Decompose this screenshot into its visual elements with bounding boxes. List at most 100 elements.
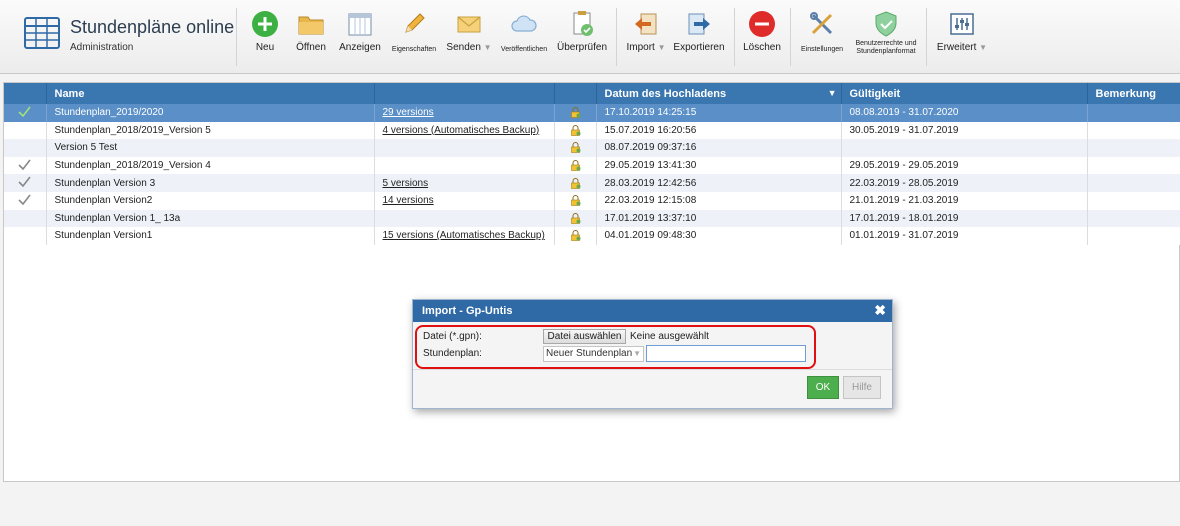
- versions-link[interactable]: 5 versions: [383, 178, 429, 189]
- col-versions[interactable]: [374, 83, 555, 104]
- calendar-grid-icon: [348, 13, 372, 36]
- settings-button[interactable]: Einstellungen: [798, 8, 846, 66]
- advanced-label: Erweitert ▼: [934, 42, 990, 53]
- export-button[interactable]: Exportieren: [672, 8, 726, 66]
- col-note[interactable]: Bemerkung: [1087, 83, 1180, 104]
- sliders-icon: [950, 13, 974, 35]
- dialog-titlebar[interactable]: Import - Gp-Untis ✖: [413, 300, 892, 322]
- toolbar-divider: [236, 8, 237, 66]
- row-validity: 22.03.2019 - 28.05.2019: [841, 174, 1088, 192]
- row-lock-cell[interactable]: [554, 209, 597, 228]
- import-button[interactable]: Import ▼: [624, 8, 668, 66]
- versions-link[interactable]: 14 versions: [383, 195, 434, 206]
- versions-link[interactable]: 15 versions (Automatisches Backup): [383, 230, 545, 241]
- row-validity: 30.05.2019 - 31.07.2019: [841, 121, 1088, 140]
- toolbar-divider: [734, 8, 735, 66]
- row-lock-cell[interactable]: [554, 156, 597, 175]
- row-check-cell[interactable]: [4, 209, 47, 228]
- row-note: [1087, 174, 1180, 192]
- row-lock-cell[interactable]: [554, 139, 597, 157]
- new-button[interactable]: Neu: [246, 8, 284, 66]
- table-row[interactable]: Version 5 Test 08.07.2019 09:37:16: [4, 139, 1180, 157]
- row-note: [1087, 139, 1180, 157]
- row-versions: 5 versions: [374, 174, 555, 192]
- row-check-cell[interactable]: [4, 139, 47, 157]
- delete-button[interactable]: Löschen: [740, 8, 784, 66]
- timetable-grid: Name Datum des Hochladens ▼ Gültigkeit Be…: [3, 82, 1180, 482]
- row-name: Stundenplan_2018/2019_Version 4: [46, 156, 375, 175]
- col-validity[interactable]: Gültigkeit: [841, 83, 1088, 104]
- row-name: Stundenplan Version1: [46, 227, 375, 245]
- lock-user-icon: [570, 195, 580, 206]
- checkmark-icon: [18, 176, 31, 188]
- row-check-cell[interactable]: [4, 104, 47, 122]
- col-name[interactable]: Name: [46, 83, 375, 104]
- envelope-icon: [457, 16, 481, 33]
- col-uploaded[interactable]: Datum des Hochladens ▼: [596, 83, 842, 104]
- row-versions: [374, 156, 555, 175]
- dropdown-arrow-icon: ▼: [979, 43, 988, 52]
- publish-button[interactable]: Veröffentlichen: [498, 8, 550, 66]
- row-check-cell[interactable]: [4, 121, 47, 140]
- folder-icon: [298, 16, 324, 35]
- chevron-down-icon: ▼: [633, 349, 641, 358]
- table-row[interactable]: Stundenplan Version 1_ 13a 17.01.2019 13:…: [4, 209, 1180, 228]
- timetable-select[interactable]: Neuer Stundenplan ▼: [543, 346, 644, 362]
- row-lock-cell[interactable]: [554, 191, 597, 210]
- dropdown-arrow-icon: ▼: [483, 43, 492, 52]
- row-lock-cell[interactable]: [554, 227, 597, 245]
- row-lock-cell[interactable]: [554, 104, 597, 122]
- row-validity: 21.01.2019 - 21.03.2019: [841, 191, 1088, 210]
- timetable-name-input[interactable]: [646, 345, 806, 362]
- col-check[interactable]: [4, 83, 47, 104]
- versions-link[interactable]: 4 versions (Automatisches Backup): [383, 125, 540, 136]
- user-rights-label: Benutzerrechte und Stundenplanformat: [855, 40, 917, 55]
- table-row[interactable]: Stundenplan_2019/2020 29 versions 17.10.20…: [4, 104, 1180, 122]
- row-uploaded: 28.03.2019 12:42:56: [596, 174, 842, 192]
- row-versions: 29 versions: [374, 104, 555, 122]
- app-subtitle: Administration: [70, 42, 134, 53]
- row-check-cell[interactable]: [4, 174, 47, 192]
- settings-label: Einstellungen: [800, 46, 844, 53]
- open-button[interactable]: Öffnen: [292, 8, 330, 66]
- row-validity: 08.08.2019 - 31.07.2020: [841, 104, 1088, 122]
- row-lock-cell[interactable]: [554, 121, 597, 140]
- row-name: Stundenplan Version 3: [46, 174, 375, 192]
- table-row[interactable]: Stundenplan_2018/2019_Version 5 4 version…: [4, 121, 1180, 140]
- row-uploaded: 17.10.2019 14:25:15: [596, 104, 842, 122]
- check-button[interactable]: Überprüfen: [556, 8, 608, 66]
- row-check-cell[interactable]: [4, 156, 47, 175]
- pencil-icon: [405, 13, 425, 33]
- advanced-button[interactable]: Erweitert ▼: [934, 8, 990, 66]
- send-label-text: Senden: [446, 42, 481, 53]
- timetable-logo-icon: [24, 17, 60, 49]
- row-lock-cell[interactable]: [554, 174, 597, 192]
- versions-link[interactable]: 29 versions: [383, 107, 434, 118]
- dialog-title: Import - Gp-Untis: [422, 305, 513, 317]
- row-check-cell[interactable]: [4, 227, 47, 245]
- table-row[interactable]: Stundenplan Version1 15 versions (Automat…: [4, 227, 1180, 245]
- export-arrow-icon: [688, 13, 710, 35]
- advanced-label-text: Erweitert: [936, 42, 977, 53]
- close-icon[interactable]: ✖: [874, 303, 886, 317]
- table-row[interactable]: Stundenplan Version 3 5 versions 28.03.201…: [4, 174, 1180, 192]
- ok-button[interactable]: OK: [807, 376, 839, 399]
- row-check-cell[interactable]: [4, 191, 47, 210]
- row-validity: 17.01.2019 - 18.01.2019: [841, 209, 1088, 228]
- col-lock[interactable]: [554, 83, 597, 104]
- table-row[interactable]: Stundenplan Version2 14 versions 22.03.201…: [4, 191, 1180, 210]
- file-status: Keine ausgewählt: [630, 331, 709, 342]
- toolbar-divider: [790, 8, 791, 66]
- choose-file-button[interactable]: Datei auswählen: [543, 329, 626, 344]
- help-button[interactable]: Hilfe: [843, 376, 881, 399]
- dropdown-arrow-icon: ▼: [657, 43, 666, 52]
- row-note: [1087, 191, 1180, 210]
- user-rights-button[interactable]: Benutzerrechte und Stundenplanformat: [852, 8, 920, 66]
- row-name: Stundenplan Version 1_ 13a: [46, 209, 375, 228]
- properties-button[interactable]: Eigenschaften: [390, 8, 438, 66]
- view-button[interactable]: Anzeigen: [338, 8, 382, 66]
- table-row[interactable]: Stundenplan_2018/2019_Version 4 29.05.201…: [4, 156, 1180, 175]
- row-versions: 14 versions: [374, 191, 555, 210]
- send-button[interactable]: Senden ▼: [446, 8, 492, 66]
- toolbar-divider: [926, 8, 927, 66]
